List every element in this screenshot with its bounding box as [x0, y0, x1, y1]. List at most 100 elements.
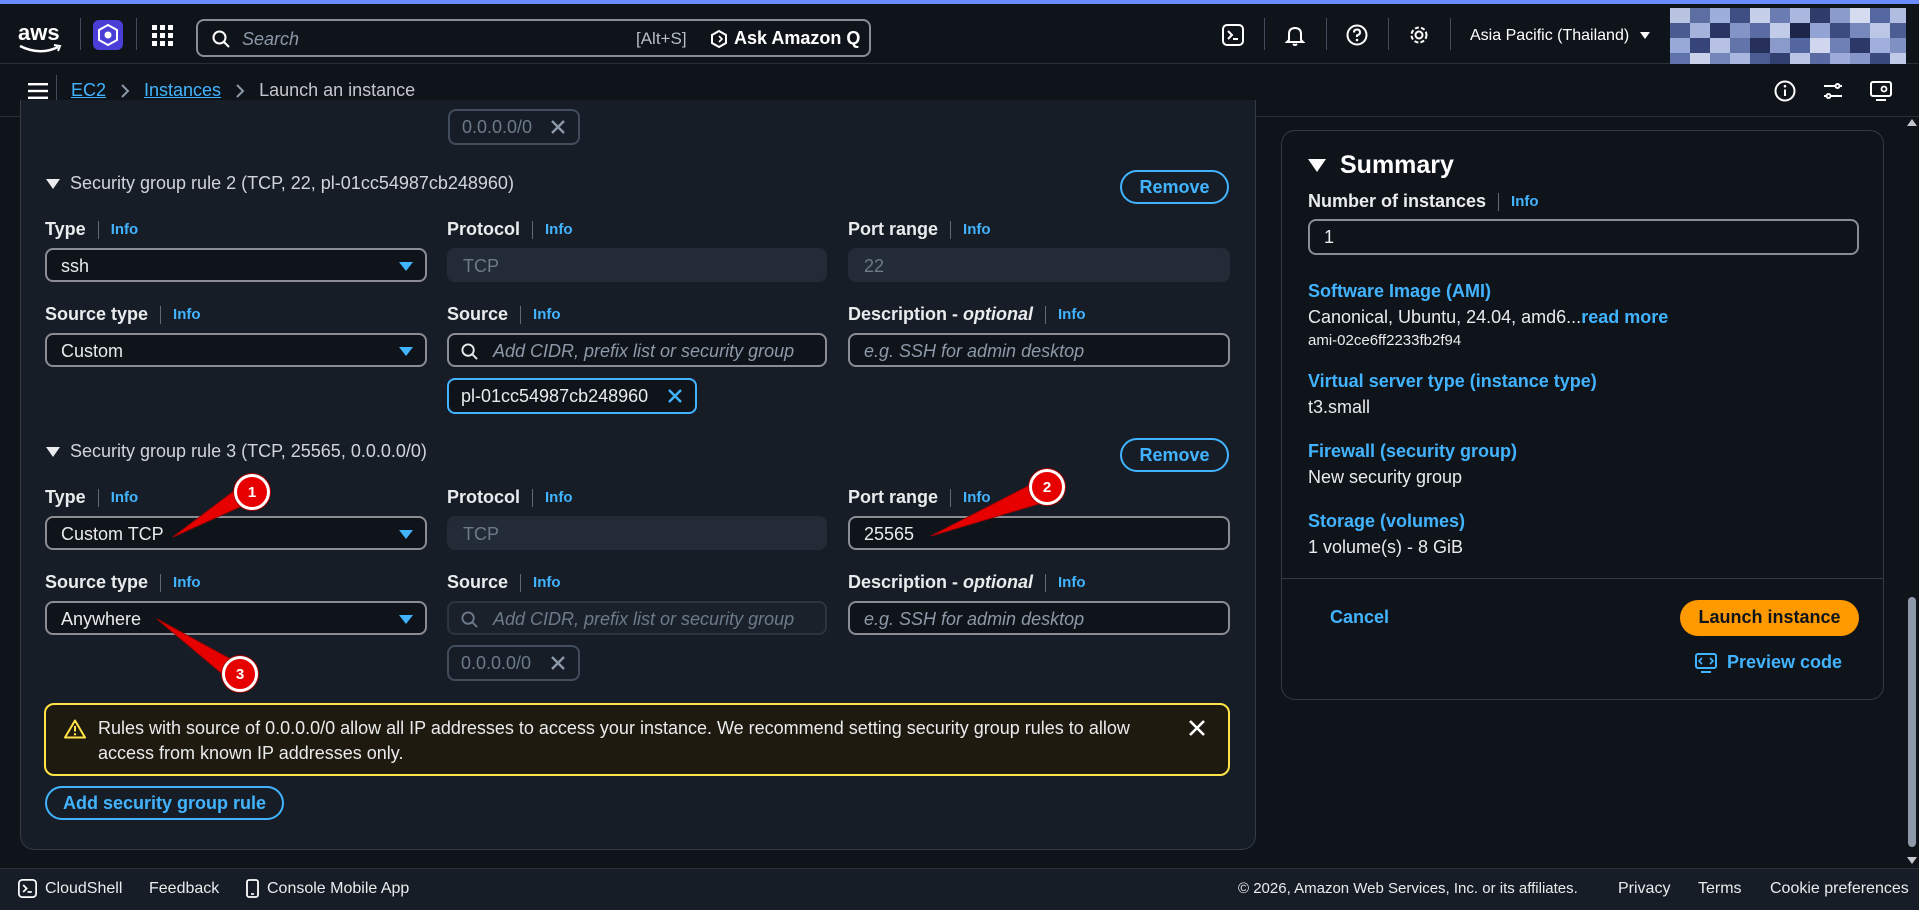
- cloudshell-label: CloudShell: [45, 879, 123, 897]
- info-link[interactable]: Info: [1058, 574, 1086, 591]
- privacy-link[interactable]: Privacy: [1618, 880, 1670, 898]
- rule2-header-text: Security group rule 2 (TCP, 22, pl-01cc5…: [70, 173, 514, 193]
- breadcrumb: EC2 Instances Launch an instance: [71, 80, 415, 101]
- add-security-group-rule-button[interactable]: Add security group rule: [45, 786, 284, 820]
- token-label: 0.0.0.0/0: [461, 653, 532, 673]
- rule2-port-field: 22: [848, 248, 1230, 282]
- rule2-port-label: Port range Info: [848, 219, 991, 240]
- input-placeholder: e.g. SSH for admin desktop: [864, 341, 1085, 361]
- search-bar[interactable]: Search [Alt+S] Ask Amazon Q: [196, 19, 871, 57]
- rule3-source-type-label: Source type Info: [45, 572, 201, 593]
- rule2-description-input[interactable]: e.g. SSH for admin desktop: [848, 333, 1230, 367]
- rule2-source-token: pl-01cc54987cb248960: [447, 378, 697, 414]
- read-more-link[interactable]: read more: [1581, 307, 1668, 327]
- annotation-marker-1: 1: [234, 474, 270, 510]
- divider: [80, 18, 81, 50]
- cookie-preferences-link[interactable]: Cookie preferences: [1770, 880, 1909, 898]
- rule2-source-type-select[interactable]: Custom: [45, 333, 427, 367]
- preview-code-button[interactable]: Preview code: [1695, 652, 1842, 673]
- menu-icon[interactable]: [28, 83, 48, 99]
- rule3-header-text: Security group rule 3 (TCP, 25565, 0.0.0…: [70, 441, 427, 461]
- divider: [1264, 18, 1265, 50]
- info-link[interactable]: Info: [111, 221, 139, 238]
- expand-caret-icon: [46, 447, 60, 458]
- apps-grid-icon[interactable]: [152, 25, 174, 47]
- info-link[interactable]: Info: [173, 306, 201, 323]
- terms-link[interactable]: Terms: [1698, 880, 1742, 898]
- rule2-header[interactable]: Security group rule 2 (TCP, 22, pl-01cc5…: [46, 173, 514, 194]
- service-logo-icon[interactable]: [92, 19, 124, 51]
- preferences-screen-icon[interactable]: [1870, 80, 1892, 102]
- rule2-type-select[interactable]: ssh: [45, 248, 427, 282]
- divider: [97, 488, 99, 507]
- breadcrumb-ec2[interactable]: EC2: [71, 80, 106, 101]
- close-icon[interactable]: [667, 388, 683, 404]
- number-of-instances-input[interactable]: 1: [1308, 219, 1859, 255]
- mobile-phone-icon: [246, 879, 259, 898]
- bell-icon[interactable]: [1284, 24, 1306, 46]
- instance-type-link[interactable]: Virtual server type (instance type): [1308, 371, 1597, 392]
- annotation-marker-3: 3: [222, 656, 258, 692]
- divider: [1326, 18, 1327, 50]
- close-icon: [550, 119, 566, 135]
- aws-logo[interactable]: aws: [18, 20, 62, 53]
- annotation-marker-2: 2: [1029, 469, 1065, 505]
- rule2-source-type-label: Source type Info: [45, 304, 201, 325]
- cloudshell-footer-link[interactable]: CloudShell: [18, 879, 122, 898]
- region-selector[interactable]: Asia Pacific (Thailand): [1470, 27, 1650, 45]
- gear-icon[interactable]: [1408, 24, 1430, 46]
- feedback-link[interactable]: Feedback: [149, 880, 219, 898]
- label-text: Source: [447, 304, 509, 324]
- page-scrollbar[interactable]: [1905, 117, 1919, 867]
- info-link[interactable]: Info: [963, 489, 991, 506]
- rule3-type-select[interactable]: Custom TCP: [45, 516, 427, 550]
- info-link[interactable]: Info: [545, 489, 573, 506]
- info-link[interactable]: Info: [111, 489, 139, 506]
- divider: [136, 18, 137, 50]
- label-text: Source type: [45, 304, 149, 324]
- rule3-description-input[interactable]: e.g. SSH for admin desktop: [848, 601, 1230, 635]
- scroll-up-arrow-icon[interactable]: [1907, 119, 1917, 126]
- launch-instance-button[interactable]: Launch instance: [1680, 600, 1859, 636]
- console-mobile-app-link[interactable]: Console Mobile App: [246, 879, 409, 898]
- ami-value: Canonical, Ubuntu, 24.04, amd6...read mo…: [1308, 307, 1668, 328]
- ami-link[interactable]: Software Image (AMI): [1308, 281, 1491, 302]
- info-link[interactable]: Info: [533, 306, 561, 323]
- search-icon: [461, 611, 478, 628]
- cloudshell-icon[interactable]: [1222, 24, 1244, 46]
- scroll-down-arrow-icon[interactable]: [1907, 857, 1917, 864]
- info-circle-icon[interactable]: [1774, 80, 1796, 102]
- label-text: Source type: [45, 572, 149, 592]
- search-shortcut: [Alt+S]: [636, 29, 687, 48]
- warning-text: Rules with source of 0.0.0.0/0 allow all…: [98, 718, 1130, 763]
- info-link[interactable]: Info: [533, 574, 561, 591]
- cancel-button[interactable]: Cancel: [1330, 607, 1389, 628]
- rule3-source-type-select[interactable]: Anywhere: [45, 601, 427, 635]
- divider: [950, 488, 952, 507]
- rule3-port-input[interactable]: 25565: [848, 516, 1230, 550]
- account-avatar[interactable]: [1670, 8, 1906, 67]
- rule3-header[interactable]: Security group rule 3 (TCP, 25565, 0.0.0…: [46, 441, 427, 462]
- rule3-remove-button[interactable]: Remove: [1120, 438, 1229, 472]
- storage-link[interactable]: Storage (volumes): [1308, 511, 1465, 532]
- scrollbar-thumb[interactable]: [1908, 597, 1916, 847]
- info-link[interactable]: Info: [173, 574, 201, 591]
- instance-type-value: t3.small: [1308, 397, 1371, 417]
- search-icon: [461, 343, 478, 360]
- ask-amazon-q-button[interactable]: Ask Amazon Q: [734, 28, 860, 49]
- chevron-right-icon: [120, 83, 130, 98]
- summary-header[interactable]: Summary: [1308, 151, 1454, 180]
- info-link[interactable]: Info: [1511, 193, 1539, 210]
- info-link[interactable]: Info: [545, 221, 573, 238]
- rule2-source-input[interactable]: Add CIDR, prefix list or security group: [447, 333, 827, 367]
- dismiss-close-icon[interactable]: [1188, 719, 1206, 737]
- help-icon[interactable]: [1346, 24, 1368, 46]
- firewall-link[interactable]: Firewall (security group): [1308, 441, 1517, 462]
- breadcrumb-instances[interactable]: Instances: [144, 80, 221, 101]
- settings-sliders-icon[interactable]: [1822, 80, 1844, 102]
- caret-down-icon: [399, 347, 413, 356]
- label-optional: optional: [963, 572, 1034, 592]
- info-link[interactable]: Info: [1058, 306, 1086, 323]
- rule2-remove-button[interactable]: Remove: [1120, 170, 1229, 204]
- info-link[interactable]: Info: [963, 221, 991, 238]
